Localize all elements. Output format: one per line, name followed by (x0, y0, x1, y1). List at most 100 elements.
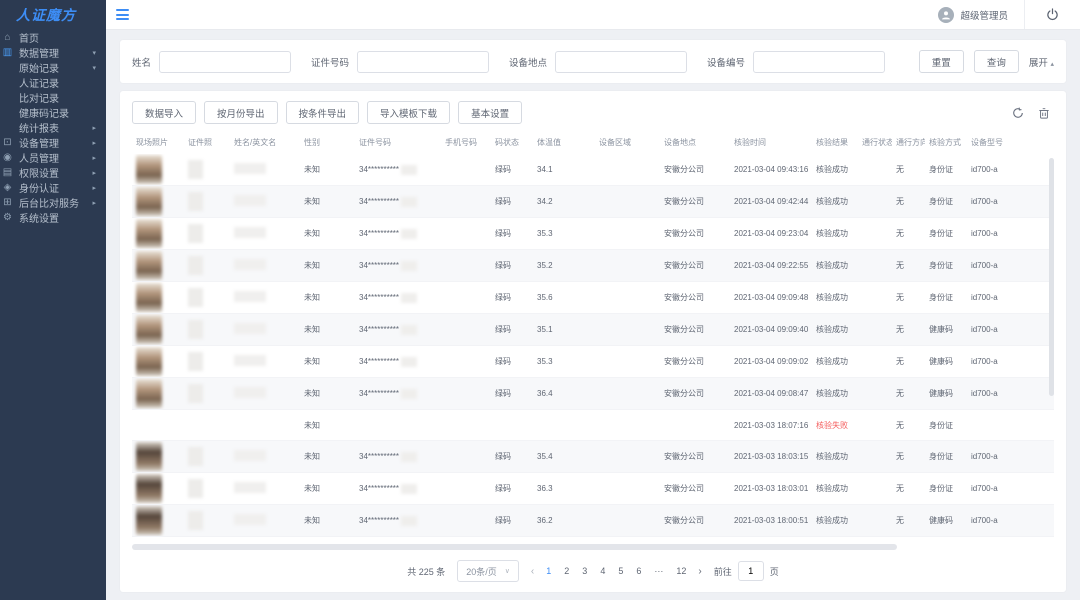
sidebar-item-data-management[interactable]: ▥ 数据管理 ▾ (0, 45, 106, 60)
cell-gender: 未知 (300, 346, 355, 378)
page-size-select[interactable]: 20条/页 ∨ (457, 560, 519, 582)
name-redacted (234, 387, 266, 398)
table-scroll-area: 现场照片 证件照 姓名/英文名 性别 证件号码 手 (132, 132, 1054, 542)
cell-device-area (595, 250, 660, 282)
export-by-filter-button[interactable]: 按条件导出 (286, 101, 360, 124)
cell-code-status: 绿码 (491, 378, 533, 410)
sidebar-item-health-code-records[interactable]: 健康码记录 (0, 105, 106, 120)
search-button[interactable]: 查询 (974, 50, 1019, 73)
sidebar-item-label: 数据管理 (19, 45, 59, 60)
id-photo (188, 192, 203, 211)
cell-verify-method: 健康码 (925, 314, 967, 346)
filter-input[interactable] (357, 51, 489, 73)
filter-input[interactable] (555, 51, 687, 73)
expand-arrow-icon: ▸ (92, 139, 96, 147)
pager-page[interactable]: 12 (676, 566, 686, 576)
vertical-scrollbar[interactable] (1049, 158, 1054, 396)
pager-page[interactable]: 3 (582, 566, 587, 576)
pager-page[interactable]: 6 (636, 566, 641, 576)
cell-verify-result: 核验成功 (812, 250, 858, 282)
cell-device-area (595, 410, 660, 441)
table-row: 未知 34********** 绿码 35.2 安徽分公司 2021-03-04… (132, 250, 1054, 282)
avatar (938, 7, 954, 23)
pager-page[interactable]: ··· (654, 566, 663, 576)
cell-id-number: 34********** (355, 186, 441, 218)
sidebar-item-system-settings[interactable]: ⚙ 系统设置 (0, 210, 106, 225)
cell-gender: 未知 (300, 282, 355, 314)
cell-pass-direction: 无 (892, 346, 925, 378)
cell-gender: 未知 (300, 378, 355, 410)
cell-verify-time: 2021-03-04 09:09:48 (730, 282, 812, 314)
cell-pass-status (858, 186, 892, 218)
sidebar-item-face-records[interactable]: 人证记录 (0, 75, 106, 90)
pager-page[interactable]: 2 (564, 566, 569, 576)
name-redacted (234, 514, 266, 525)
cell-temperature: 35.2 (533, 250, 595, 282)
cell-phone (441, 441, 491, 473)
column-header: 核验方式 (925, 132, 967, 154)
sidebar-item-home[interactable]: ⌂ 首页 (0, 30, 106, 45)
column-header: 体温值 (533, 132, 595, 154)
cell-phone (441, 346, 491, 378)
cell-verify-time: 2021-03-04 09:09:02 (730, 346, 812, 378)
cell-id-number (355, 410, 441, 441)
pager-page[interactable]: 1 (546, 566, 551, 576)
basic-settings-button[interactable]: 基本设置 (458, 101, 522, 124)
sidebar-item-permission-settings[interactable]: ▤ 权限设置 ▸ (0, 165, 106, 180)
import-data-button[interactable]: 数据导入 (132, 101, 196, 124)
user-menu[interactable]: 超级管理员 (922, 7, 1024, 23)
goto-page-input[interactable] (738, 561, 764, 581)
filter-actions: 重置 查询 展开 ▴ (919, 50, 1054, 73)
export-by-month-button[interactable]: 按月份导出 (204, 101, 278, 124)
expand-arrow-icon: ▸ (92, 184, 96, 192)
pager-page[interactable]: 5 (618, 566, 623, 576)
expand-arrow-icon: ▾ (92, 64, 96, 72)
pager-page[interactable]: 4 (600, 566, 605, 576)
collapse-toggle[interactable]: 展开 ▴ (1029, 55, 1054, 69)
scene-photo (136, 315, 162, 344)
filter-device-number-field: 设备编号 (707, 51, 885, 73)
cell-temperature: 36.3 (533, 473, 595, 505)
cell-phone (441, 186, 491, 218)
delete-icon[interactable] (1038, 107, 1050, 119)
cell-device-model: id700-a (967, 154, 1027, 186)
prev-page-button[interactable]: ‹ (531, 566, 534, 577)
name-redacted (234, 323, 266, 334)
cell-verify-method: 健康码 (925, 505, 967, 537)
cell-verify-result: 核验成功 (812, 314, 858, 346)
id-photo (188, 160, 203, 179)
refresh-icon[interactable] (1012, 107, 1024, 119)
sidebar-item-personnel-management[interactable]: ◉ 人员管理 ▸ (0, 150, 106, 165)
cell-id-number: 34********** (355, 346, 441, 378)
username: 超级管理员 (960, 8, 1008, 22)
sidebar-item-backend-compare[interactable]: ⊞ 后台比对服务 ▸ (0, 195, 106, 210)
sidebar-item-label: 人证记录 (19, 75, 59, 90)
cell-code-status: 绿码 (491, 282, 533, 314)
sidebar-item-statistics-report[interactable]: 统计报表 ▸ (0, 120, 106, 135)
cell-device-model: id700-a (967, 441, 1027, 473)
filter-input[interactable] (159, 51, 291, 73)
template-download-button[interactable]: 导入模板下载 (367, 101, 450, 124)
cell-code-status: 绿码 (491, 218, 533, 250)
next-page-button[interactable]: › (698, 566, 701, 577)
sidebar-item-compare-records[interactable]: 比对记录 (0, 90, 106, 105)
sidebar-item-label: 原始记录 (19, 60, 59, 75)
table-row: 未知 34********** 绿码 35.4 安徽分公司 2021-03-03… (132, 441, 1054, 473)
cell-device-area (595, 154, 660, 186)
sidebar-item-identity-auth[interactable]: ◈ 身份认证 ▸ (0, 180, 106, 195)
sidebar-item-raw-records[interactable]: 原始记录 ▾ (0, 60, 106, 75)
sidebar-collapse-icon[interactable] (116, 9, 129, 20)
table-row: 未知 34********** 绿码 35.1 安徽分公司 2021-03-04… (132, 314, 1054, 346)
name-redacted (234, 227, 266, 238)
sidebar-item-device-management[interactable]: ⊡ 设备管理 ▸ (0, 135, 106, 150)
cell-device-location: 安徽分公司 (660, 250, 730, 282)
logout-button[interactable] (1024, 0, 1080, 29)
name-redacted (234, 259, 266, 270)
scene-photo (136, 474, 162, 503)
cell-pass-status (858, 218, 892, 250)
cell-gender: 未知 (300, 218, 355, 250)
filter-input[interactable] (753, 51, 885, 73)
cell-verify-method: 身份证 (925, 473, 967, 505)
horizontal-scrollbar[interactable] (132, 544, 1054, 550)
reset-button[interactable]: 重置 (919, 50, 964, 73)
